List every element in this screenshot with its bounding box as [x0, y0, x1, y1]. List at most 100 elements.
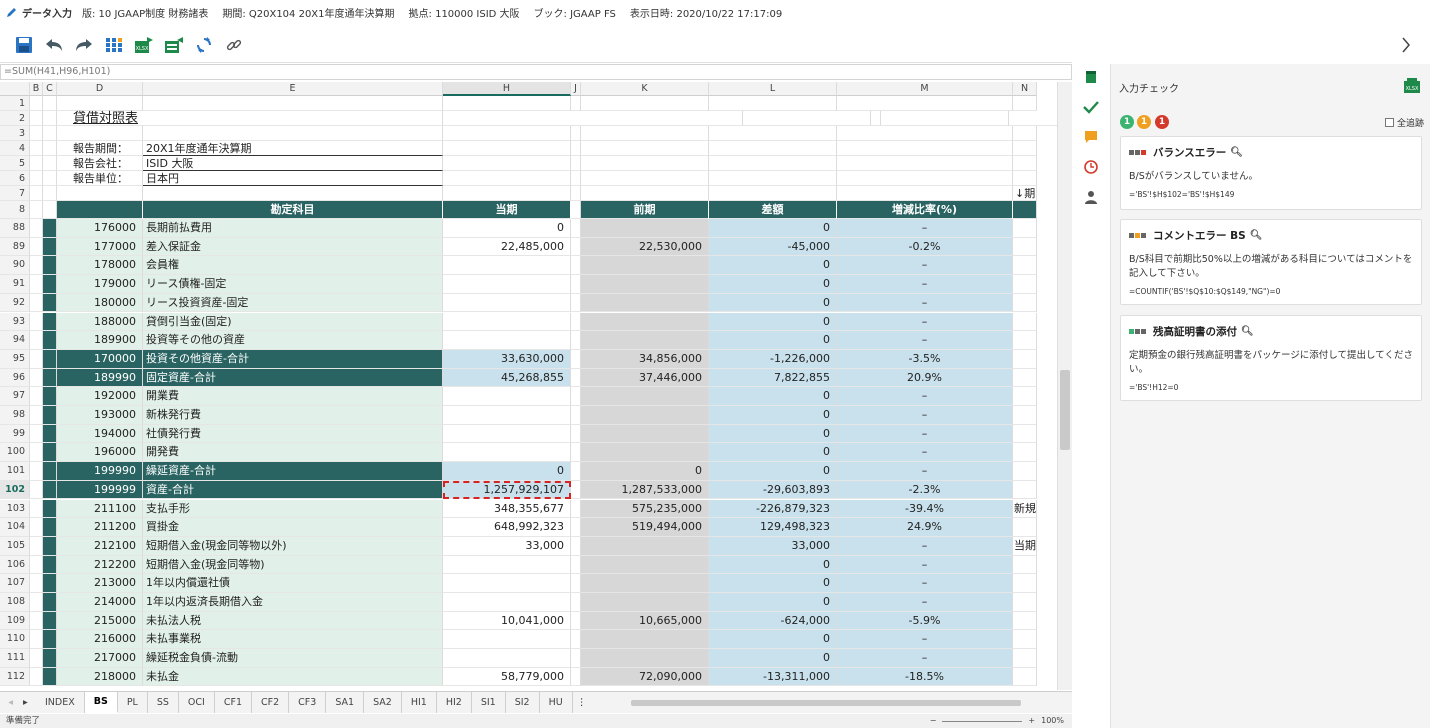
cell[interactable] [43, 186, 57, 201]
cell[interactable] [571, 368, 581, 388]
cell[interactable] [571, 312, 581, 332]
cell[interactable] [571, 275, 581, 294]
row-header[interactable]: 99 [0, 424, 30, 444]
account-code[interactable]: 194000 [57, 424, 143, 444]
cell[interactable] [30, 387, 43, 406]
cell[interactable] [571, 126, 581, 141]
ratio-value[interactable]: -2.3% [837, 480, 1013, 500]
ratio-value[interactable]: – [837, 387, 1013, 406]
cell[interactable] [30, 480, 43, 500]
cell[interactable] [571, 219, 581, 238]
account-name[interactable]: 固定資産-合計 [143, 368, 443, 388]
cell[interactable] [443, 96, 571, 111]
account-code[interactable]: 196000 [57, 443, 143, 463]
sheet-tab-cf1[interactable]: CF1 [215, 692, 252, 713]
cell[interactable] [30, 555, 43, 575]
cell[interactable] [43, 611, 57, 631]
row-header[interactable]: 112 [0, 667, 30, 687]
cell[interactable] [43, 237, 57, 257]
diff-value[interactable]: -1,226,000 [709, 349, 837, 369]
previous-value[interactable] [581, 406, 709, 425]
cell[interactable] [571, 171, 581, 186]
row-header[interactable]: 1 [0, 96, 30, 111]
cell[interactable] [571, 649, 581, 668]
cell[interactable] [43, 171, 57, 186]
previous-value[interactable] [581, 555, 709, 575]
row-header[interactable]: 94 [0, 331, 30, 350]
cell[interactable] [30, 667, 43, 687]
cell[interactable] [43, 156, 57, 171]
cell[interactable] [881, 111, 1009, 126]
row-header[interactable]: 88 [0, 219, 30, 238]
previous-value[interactable] [581, 443, 709, 463]
previous-value[interactable]: 1,287,533,000 [581, 480, 709, 500]
account-name[interactable]: 開発費 [143, 443, 443, 463]
row-header[interactable]: 106 [0, 555, 30, 575]
row-header[interactable]: 111 [0, 649, 30, 668]
ok-count-badge[interactable]: 1 [1120, 115, 1134, 129]
account-code[interactable]: 213000 [57, 574, 143, 593]
column-header-j[interactable]: J [571, 82, 581, 96]
row-header[interactable]: 8 [0, 201, 30, 219]
sheet-tab-si2[interactable]: SI2 [506, 692, 540, 713]
account-code[interactable]: 178000 [57, 256, 143, 276]
ratio-value[interactable]: – [837, 649, 1013, 668]
diff-value[interactable]: 0 [709, 462, 837, 481]
current-value[interactable]: 0 [443, 462, 571, 481]
cell[interactable] [43, 424, 57, 444]
cell[interactable] [837, 186, 1013, 201]
diff-value[interactable]: 0 [709, 424, 837, 444]
account-name[interactable]: 繰延税金負債-流動 [143, 649, 443, 668]
row-header[interactable]: 104 [0, 518, 30, 537]
cell[interactable] [30, 518, 43, 537]
row-header[interactable]: 7 [0, 186, 30, 201]
cell[interactable] [30, 331, 43, 350]
current-value[interactable] [443, 256, 571, 276]
note-cell[interactable] [1013, 331, 1037, 350]
account-code[interactable]: 199999 [57, 480, 143, 500]
note-cell[interactable] [1013, 649, 1037, 668]
sheet-tab-hi1[interactable]: HI1 [402, 692, 437, 713]
current-value[interactable] [443, 630, 571, 650]
ratio-value[interactable]: -5.9% [837, 611, 1013, 631]
sheet-tab-si1[interactable]: SI1 [472, 692, 506, 713]
row-header[interactable]: 90 [0, 256, 30, 276]
current-value[interactable]: 45,268,855 [443, 368, 571, 388]
search-icon[interactable]: 🔍︎ [1241, 326, 1254, 337]
note-cell[interactable] [1013, 349, 1037, 369]
cell[interactable] [709, 126, 837, 141]
sheet-tab-sa1[interactable]: SA1 [326, 692, 365, 713]
ratio-value[interactable]: – [837, 443, 1013, 463]
account-name[interactable]: 投資等その他の資産 [143, 331, 443, 350]
panel-collapse-button[interactable] [1396, 34, 1416, 56]
previous-value[interactable]: 0 [581, 462, 709, 481]
cell[interactable] [43, 141, 57, 156]
cell[interactable] [571, 141, 581, 156]
diff-value[interactable]: 0 [709, 443, 837, 463]
cell[interactable] [43, 406, 57, 425]
previous-value[interactable]: 72,090,000 [581, 667, 709, 687]
cell[interactable] [43, 368, 57, 388]
cell[interactable] [43, 275, 57, 294]
formula-bar[interactable]: =SUM(H41,H96,H101) [0, 64, 1072, 80]
cell[interactable] [571, 667, 581, 687]
zoom-out-button[interactable]: − [930, 714, 937, 728]
account-name[interactable]: 貸倒引当金(固定) [143, 312, 443, 332]
cell[interactable] [709, 141, 837, 156]
account-name[interactable]: 支払手形 [143, 499, 443, 519]
row-header[interactable]: 100 [0, 443, 30, 463]
diff-value[interactable]: 0 [709, 219, 837, 238]
cell[interactable] [581, 186, 709, 201]
column-note[interactable]: ↓期 [1013, 186, 1037, 201]
current-value[interactable] [443, 331, 571, 350]
cell[interactable] [709, 156, 837, 171]
cell[interactable] [443, 126, 571, 141]
cell[interactable] [30, 630, 43, 650]
cell[interactable] [143, 96, 443, 111]
save-button[interactable] [12, 33, 36, 57]
account-code[interactable]: 179000 [57, 275, 143, 294]
cell[interactable] [443, 156, 571, 171]
cell[interactable] [837, 156, 1013, 171]
ratio-value[interactable]: -0.2% [837, 237, 1013, 257]
vertical-scroll-thumb[interactable] [1060, 370, 1070, 450]
